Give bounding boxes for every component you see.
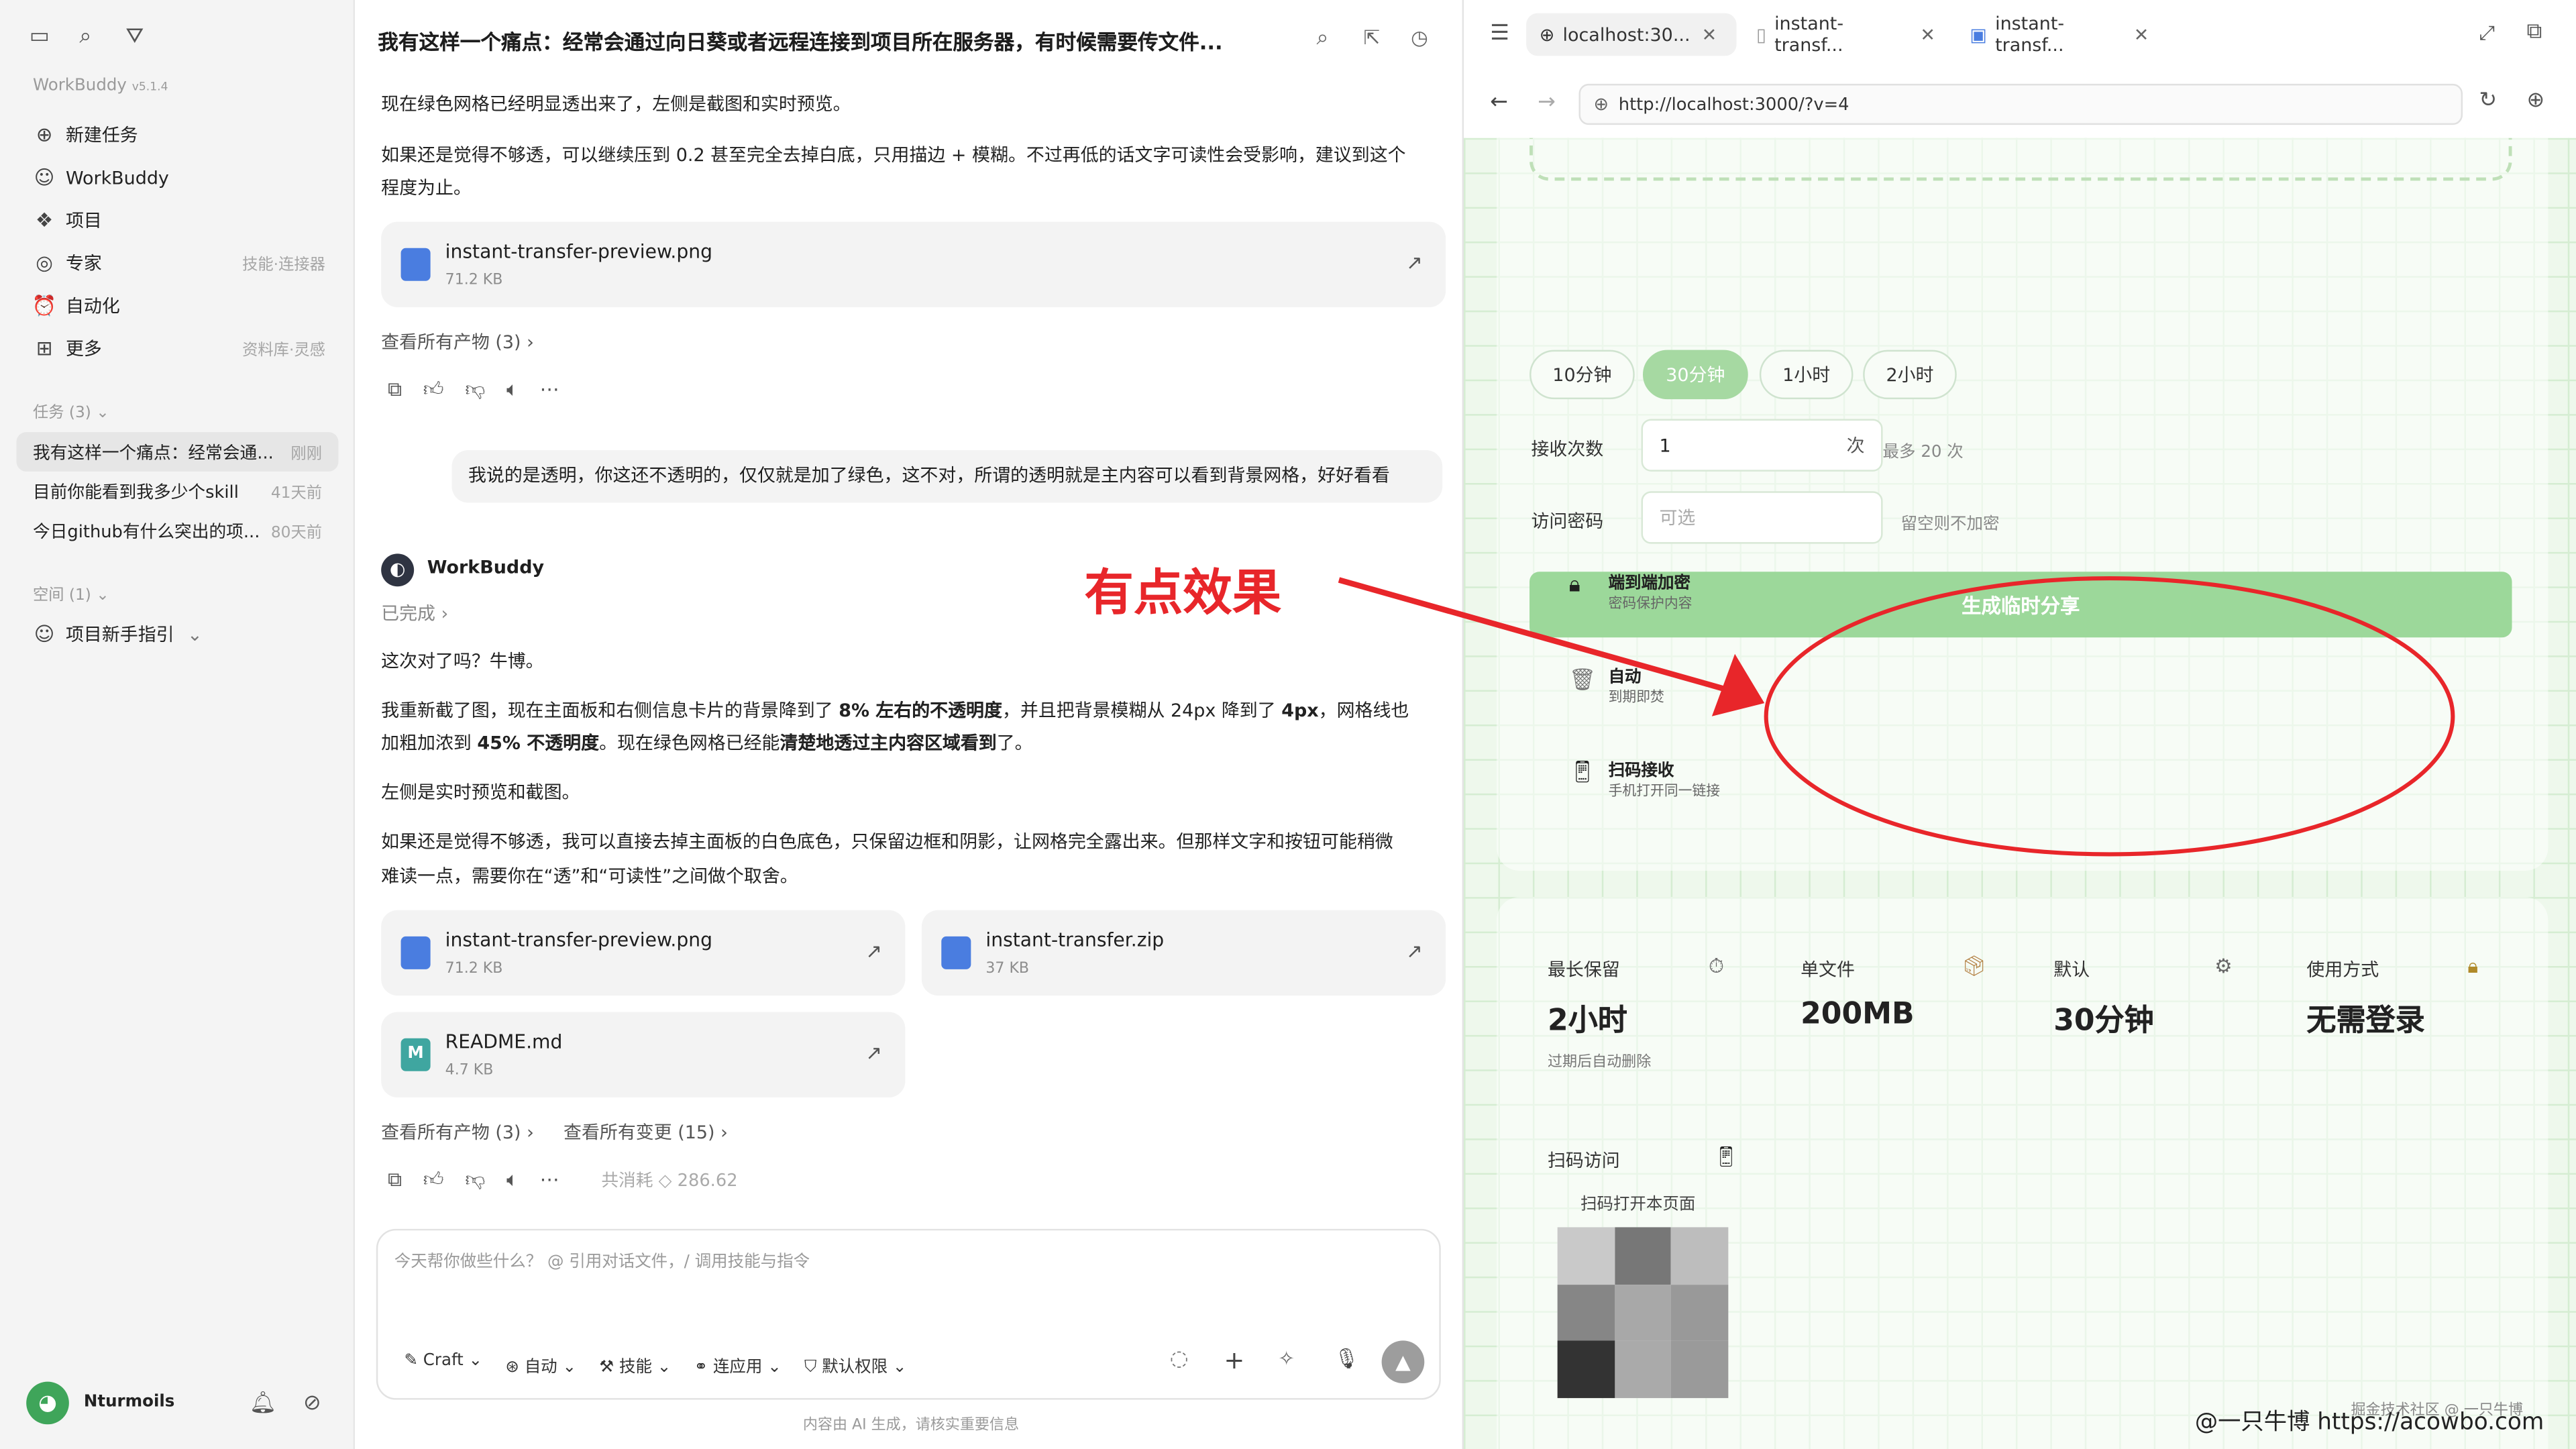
watermark: @一只牛博 https://acowbo.com xyxy=(2194,1409,2544,1436)
annotation-overlay xyxy=(1338,576,2455,857)
highlight-ellipse xyxy=(1764,576,2455,857)
arrow-line xyxy=(1338,577,1729,693)
